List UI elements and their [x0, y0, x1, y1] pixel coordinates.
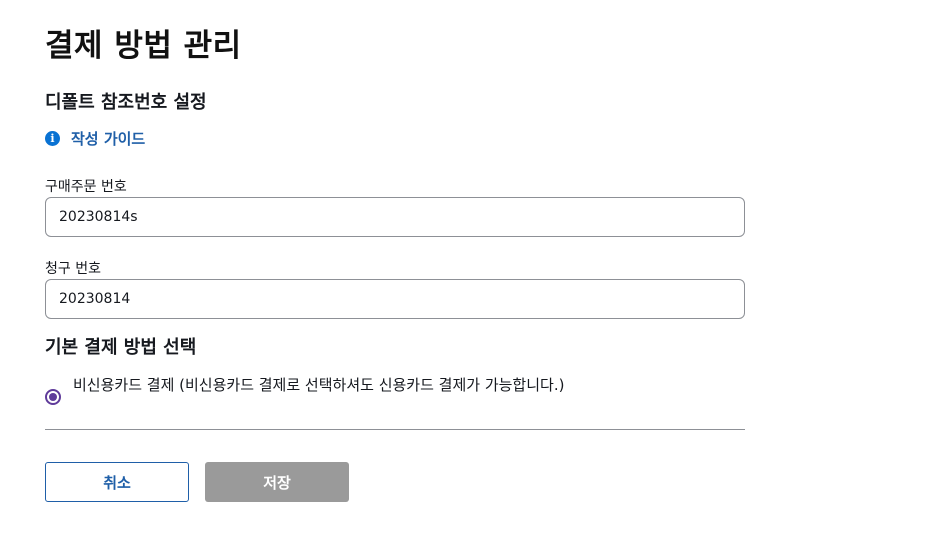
purchase-order-label: 구매주문 번호 [45, 179, 127, 195]
guide-link-label: 작성 가이드 [71, 130, 146, 148]
radio-button[interactable] [45, 389, 61, 405]
invoice-number-label: 청구 번호 [45, 261, 101, 277]
divider [45, 429, 745, 430]
payment-method-section-title: 기본 결제 방법 선택 [45, 337, 197, 358]
reference-section-title: 디폴트 참조번호 설정 [45, 92, 207, 113]
guide-link[interactable]: i 작성 가이드 [45, 128, 145, 149]
payment-option-label: 비신용카드 결제 (비신용카드 결제로 선택하셔도 신용카드 결제가 가능합니다… [73, 376, 565, 394]
save-button[interactable]: 저장 [205, 462, 349, 502]
invoice-number-input[interactable] [45, 279, 745, 319]
info-icon: i [45, 131, 60, 146]
cancel-button[interactable]: 취소 [45, 462, 189, 502]
purchase-order-input[interactable] [45, 197, 745, 237]
radio-selected-dot [49, 393, 57, 401]
page-title: 결제 방법 관리 [45, 28, 242, 64]
payment-option-non-credit-card[interactable]: 비신용카드 결제 (비신용카드 결제로 선택하셔도 신용카드 결제가 가능합니다… [45, 373, 745, 405]
